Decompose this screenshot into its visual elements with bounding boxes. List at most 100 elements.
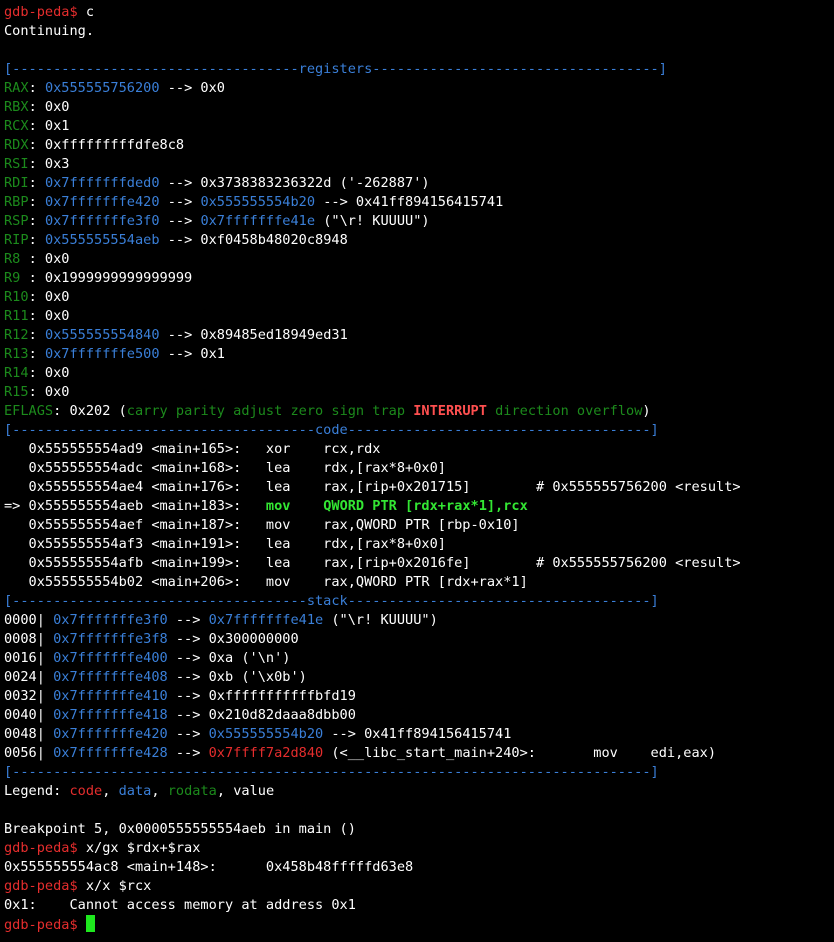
terminal-text-segment: 0x555555554b20 — [200, 194, 316, 210]
terminal-line: 0000| 0x7fffffffe3f0 --> 0x7fffffffe41e … — [4, 611, 834, 630]
terminal-text-segment: : 0x0 — [28, 365, 70, 381]
terminal-text-segment: : — [28, 80, 45, 96]
terminal-text-segment: [------------------------------------sta… — [4, 593, 659, 609]
terminal-text-segment: carry parity adjust zero sign trap — [126, 403, 414, 419]
terminal-line: gdb-peda$ c — [4, 3, 834, 22]
terminal-text-segment: 0x7fffffffe3f0 — [53, 612, 168, 628]
terminal-line: 0x555555554aef <main+187>: mov rax,QWORD… — [4, 516, 834, 535]
terminal-text-segment: 0x555555554ad9 <main+165>: xor rcx,rdx — [4, 441, 381, 457]
terminal-line: RSP: 0x7fffffffe3f0 --> 0x7fffffffe41e (… — [4, 212, 834, 231]
terminal-line: EFLAGS: 0x202 (carry parity adjust zero … — [4, 402, 834, 421]
terminal-text-segment: 0x7ffff7a2d840 — [208, 745, 324, 761]
terminal-text-segment: RDI — [4, 175, 29, 191]
terminal-line: 0040| 0x7fffffffe418 --> 0x210d82daaa8db… — [4, 706, 834, 725]
terminal-text-segment: : 0x0 — [28, 99, 70, 115]
terminal-text-segment: RIP — [4, 232, 29, 248]
terminal-text-segment: : 0x0 — [28, 251, 70, 267]
terminal-text-segment: 0x7fffffffe428 — [53, 745, 168, 761]
terminal-text-segment: direction overflow — [486, 403, 643, 419]
terminal-text-segment: RDX — [4, 137, 29, 153]
terminal-text-segment: 0x555555554af3 <main+191>: lea rdx,[rax*… — [4, 536, 446, 552]
terminal-text-segment: R9 — [4, 270, 29, 286]
terminal-text-segment: 0x555555554ae4 <main+176>: lea rax,[rip+… — [4, 479, 741, 495]
prompt-label: gdb-peda$ — [4, 917, 86, 933]
text-cursor[interactable] — [85, 915, 95, 932]
terminal-text-segment: 0x7fffffffe500 — [44, 346, 160, 362]
terminal-text-segment: [---------------------------------------… — [4, 764, 659, 780]
terminal-line: 0016| 0x7fffffffe400 --> 0xa ('\n') — [4, 649, 834, 668]
command-line[interactable]: gdb-peda$ — [4, 915, 834, 934]
terminal-text-segment: 0032| — [4, 688, 54, 704]
terminal-text-segment: --> — [159, 194, 201, 210]
terminal-text-segment: : — [28, 232, 45, 248]
terminal-text-segment: 0x555555554afb <main+199>: lea rax,[rip+… — [4, 555, 741, 571]
terminal-text-segment: : — [28, 346, 45, 362]
terminal-line: R14: 0x0 — [4, 364, 834, 383]
terminal-text-segment: R15 — [4, 384, 29, 400]
terminal-text-segment: 0x555555554b02 <main+206>: mov rax,QWORD… — [4, 574, 528, 590]
terminal-line: R9 : 0x1999999999999999 — [4, 269, 834, 288]
terminal-line: 0x555555554ad9 <main+165>: xor rcx,rdx — [4, 440, 834, 459]
terminal-text-segment: RBP — [4, 194, 29, 210]
terminal-text-segment: 0x7fffffffe410 — [53, 688, 168, 704]
terminal-text-segment: gdb-peda$ — [4, 878, 86, 894]
terminal-text-segment: 0x7fffffffded0 — [44, 175, 160, 191]
terminal-line: Legend: code, data, rodata, value — [4, 782, 834, 801]
terminal-text-segment: (<__libc_start_main+240>: mov edi,eax) — [323, 745, 717, 761]
terminal-line: R10: 0x0 — [4, 288, 834, 307]
terminal-text-segment: R8 — [4, 251, 29, 267]
terminal-text-segment: 0x7fffffffe408 — [53, 669, 168, 685]
terminal-text-segment: 0x555555554aef <main+187>: mov rax,QWORD… — [4, 517, 520, 533]
terminal-line: RAX: 0x555555756200 --> 0x0 — [4, 79, 834, 98]
terminal-text-segment: : 0xfffffffffdfe8c8 — [28, 137, 185, 153]
terminal-text-segment: R13 — [4, 346, 29, 362]
terminal-text-segment: EFLAGS — [4, 403, 54, 419]
terminal-line: 0024| 0x7fffffffe408 --> 0xb ('\x0b') — [4, 668, 834, 687]
terminal-line: [-----------------------------------regi… — [4, 60, 834, 79]
terminal-text-segment: : 0x202 ( — [53, 403, 127, 419]
terminal-text-segment: RBX — [4, 99, 29, 115]
terminal-text-segment: : 0x0 — [28, 308, 70, 324]
terminal-text-segment: --> 0x41ff894156415741 — [323, 726, 512, 742]
terminal-text-segment: : — [28, 213, 45, 229]
terminal-text-segment: --> 0x300000000 — [167, 631, 299, 647]
terminal-line: 0x555555554b02 <main+206>: mov rax,QWORD… — [4, 573, 834, 592]
terminal-text-segment: data — [118, 783, 152, 799]
terminal-text-segment: R11 — [4, 308, 29, 324]
terminal-text-segment: --> — [167, 612, 209, 628]
terminal-line: Breakpoint 5, 0x0000555555554aeb in main… — [4, 820, 834, 839]
terminal-text-segment: 0x7fffffffe420 — [44, 194, 160, 210]
terminal-line: RDI: 0x7fffffffded0 --> 0x3738383236322d… — [4, 174, 834, 193]
terminal-text-segment: --> 0xa ('\n') — [167, 650, 291, 666]
terminal-line: R11: 0x0 — [4, 307, 834, 326]
terminal-text-segment: RCX — [4, 118, 29, 134]
terminal-line: 0x555555554afb <main+199>: lea rax,[rip+… — [4, 554, 834, 573]
terminal-text-segment: R10 — [4, 289, 29, 305]
terminal-text-segment: , — [151, 783, 168, 799]
terminal-line: RBX: 0x0 — [4, 98, 834, 117]
terminal-line: 0x1: Cannot access memory at address 0x1 — [4, 896, 834, 915]
terminal-text-segment: x/gx $rdx+$rax — [85, 840, 201, 856]
terminal-line: 0008| 0x7fffffffe3f8 --> 0x300000000 — [4, 630, 834, 649]
terminal-text-segment: 0x555555756200 — [44, 80, 160, 96]
terminal-text-segment: --> — [159, 213, 201, 229]
terminal-window[interactable]: gdb-peda$ c Continuing. [----------------… — [0, 0, 834, 934]
terminal-line: R13: 0x7fffffffe500 --> 0x1 — [4, 345, 834, 364]
terminal-line: 0032| 0x7fffffffe410 --> 0xfffffffffffbf… — [4, 687, 834, 706]
terminal-text-segment: 0x7fffffffe41e — [200, 213, 316, 229]
terminal-text-segment: 0048| — [4, 726, 54, 742]
terminal-text-segment: 0x7fffffffe3f8 — [53, 631, 168, 647]
terminal-text-segment: 0x555555554aeb — [44, 232, 160, 248]
terminal-text-segment: 0x7fffffffe418 — [53, 707, 168, 723]
terminal-text-segment: : — [28, 327, 45, 343]
terminal-text-segment: --> 0xfffffffffffbfd19 — [167, 688, 356, 704]
terminal-text-segment: RSI — [4, 156, 29, 172]
terminal-text-segment: rodata — [167, 783, 217, 799]
terminal-text-segment: : 0x3 — [28, 156, 70, 172]
terminal-line: R8 : 0x0 — [4, 250, 834, 269]
terminal-text-segment: 0024| — [4, 669, 54, 685]
terminal-text-segment: ("\r! KUUUU") — [315, 213, 430, 229]
terminal-text-segment: 0x1: Cannot access memory at address 0x1 — [4, 897, 356, 913]
terminal-line: gdb-peda$ x/gx $rdx+$rax — [4, 839, 834, 858]
